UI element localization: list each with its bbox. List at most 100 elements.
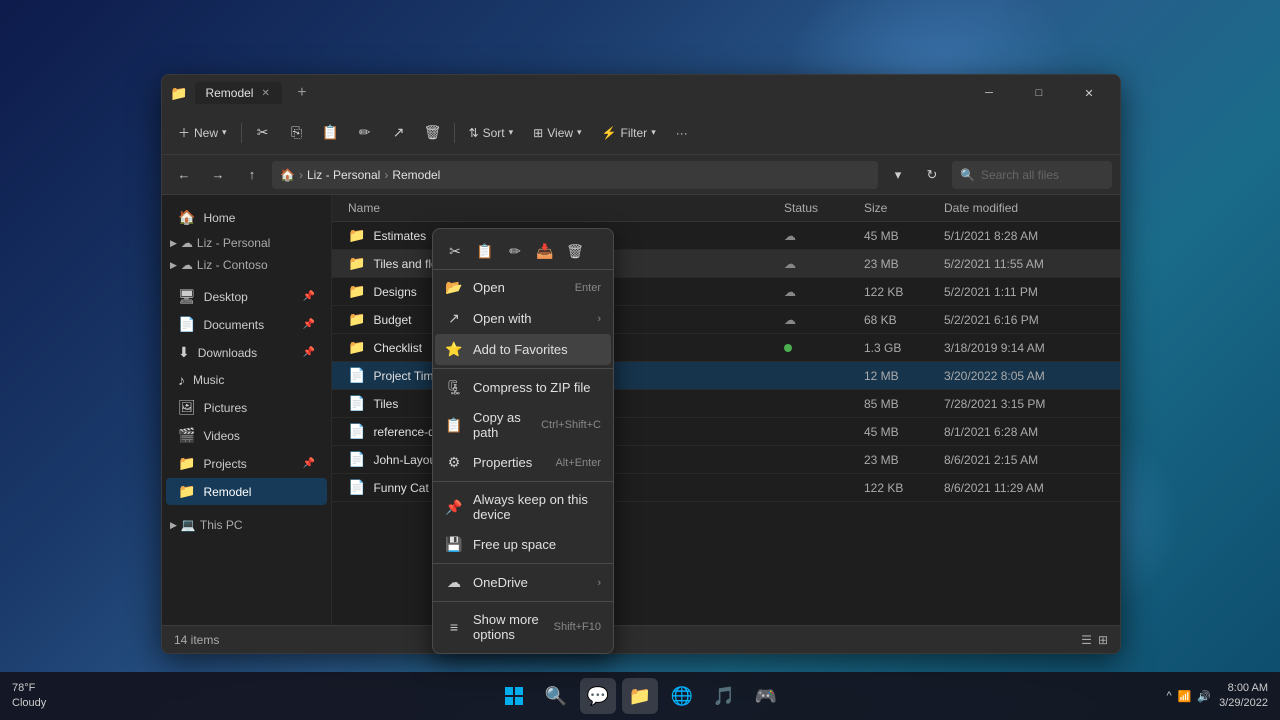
maximize-button[interactable]: □ <box>1016 75 1062 111</box>
file-status-cell: ☁ <box>784 312 864 327</box>
taskbar-explorer-button[interactable]: 📁 <box>622 678 658 714</box>
tray-chevron-icon[interactable]: ^ <box>1166 690 1171 702</box>
sidebar-expand-liz-personal[interactable]: ▶ ☁ Liz - Personal <box>162 232 331 254</box>
context-menu-item[interactable]: ☁ OneDrive › <box>433 567 613 598</box>
cut-button[interactable]: ✂ <box>248 118 278 148</box>
file-icon: 📄 <box>348 395 365 412</box>
forward-button[interactable]: → <box>204 161 232 189</box>
context-menu-item[interactable]: ⚙ Properties Alt+Enter <box>433 447 613 478</box>
breadcrumb-liz[interactable]: Liz - Personal <box>307 168 380 182</box>
more-button[interactable]: ··· <box>668 122 696 144</box>
grid-view-icon[interactable]: ⊞ <box>1098 633 1108 647</box>
breadcrumb[interactable]: 🏠 › Liz - Personal › Remodel <box>272 161 878 189</box>
file-size-cell: 45 MB <box>864 229 944 243</box>
filter-button[interactable]: ⚡ Filter ▾ <box>594 122 664 144</box>
toolbar: ＋ New ▾ ✂ ⎘ 📋 ✏ ↗ 🗑 ⇅ Sort ▾ ⊞ View ▾ <box>162 111 1120 155</box>
sidebar-label-this-pc: This PC <box>200 518 243 532</box>
sidebar-item-pictures[interactable]: 🖼 Pictures <box>166 394 327 421</box>
new-button[interactable]: ＋ New ▾ <box>170 120 235 145</box>
taskbar-browser-button[interactable]: 🌐 <box>664 678 700 714</box>
context-menu-item[interactable]: ⭐ Add to Favorites <box>435 334 611 365</box>
paste-button[interactable]: 📋 <box>316 118 346 148</box>
sidebar-item-projects[interactable]: 📁 Projects 📌 <box>166 450 327 477</box>
projects-icon: 📁 <box>178 455 195 472</box>
weather-condition: Cloudy <box>12 696 46 711</box>
file-date-cell: 3/20/2022 8:05 AM <box>944 369 1104 383</box>
sidebar-item-label-documents: Documents <box>203 318 264 332</box>
sidebar-item-home[interactable]: 🏠 Home <box>166 204 327 231</box>
cloud-status-icon: ☁ <box>784 285 796 299</box>
context-menu-item[interactable]: ≡ Show more options Shift+F10 <box>433 605 613 649</box>
share-button[interactable]: ↗ <box>384 118 414 148</box>
context-menu-item[interactable]: 📋 Copy as path Ctrl+Shift+C <box>433 403 613 447</box>
file-size-cell: 122 KB <box>864 285 944 299</box>
sort-button[interactable]: ⇅ Sort ▾ <box>461 122 522 144</box>
context-menu-separator <box>433 368 613 369</box>
file-size-cell: 12 MB <box>864 369 944 383</box>
pin-icon-projects: 📌 <box>303 458 315 469</box>
sidebar-item-music[interactable]: ♪ Music <box>166 367 327 393</box>
cm-rename-icon[interactable]: ✏ <box>501 237 529 265</box>
context-menu-item[interactable]: 📂 Open Enter <box>433 272 613 303</box>
context-menu-item[interactable]: ↗ Open with › <box>433 303 613 334</box>
videos-icon: 🎬 <box>178 427 195 444</box>
taskbar: 78°F Cloudy 🔍 💬 📁 🌐 🎵 🎮 ^ 📶 🔊 8:00 AM <box>0 672 1280 720</box>
file-name-label: Estimates <box>373 229 426 243</box>
cm-delete-icon[interactable]: 🗑 <box>561 237 589 265</box>
sidebar-item-label-pictures: Pictures <box>204 401 247 415</box>
cloud-status-icon: ☁ <box>784 257 796 271</box>
delete-button[interactable]: 🗑 <box>418 118 448 148</box>
taskbar-chat-button[interactable]: 💬 <box>580 678 616 714</box>
sidebar-item-documents[interactable]: 📄 Documents 📌 <box>166 311 327 338</box>
folder-icon: 📁 <box>348 255 365 272</box>
cm-copy-icon[interactable]: 📋 <box>471 237 499 265</box>
breadcrumb-remodel[interactable]: Remodel <box>392 168 440 182</box>
sidebar-item-downloads[interactable]: ⬇ Downloads 📌 <box>166 339 327 366</box>
sidebar-item-desktop[interactable]: 🖥 Desktop 📌 <box>166 283 327 310</box>
file-status-cell <box>784 340 864 355</box>
cm-cut-icon[interactable]: ✂ <box>441 237 469 265</box>
expand-icon-2: ▶ <box>170 260 177 271</box>
file-name-label: Designs <box>373 285 416 299</box>
search-box[interactable]: 🔍 Search all files <box>952 161 1112 189</box>
up-button[interactable]: ↑ <box>238 161 266 189</box>
expand-icon-pc: ▶ <box>170 520 177 531</box>
minimize-button[interactable]: ─ <box>966 75 1012 111</box>
taskbar-extra-button[interactable]: 🎮 <box>748 678 784 714</box>
clock[interactable]: 8:00 AM 3/29/2022 <box>1219 681 1268 712</box>
cm-share-icon[interactable]: 📥 <box>531 237 559 265</box>
close-button[interactable]: ✕ <box>1066 75 1112 111</box>
context-menu-item[interactable]: 🗜 Compress to ZIP file <box>433 372 613 403</box>
sidebar-item-videos[interactable]: 🎬 Videos <box>166 422 327 449</box>
sort-dropdown-icon: ▾ <box>509 127 514 138</box>
sidebar-item-remodel[interactable]: 📁 Remodel <box>166 478 327 505</box>
context-menu-separator <box>433 601 613 602</box>
context-menu-item[interactable]: 📌 Always keep on this device <box>433 485 613 529</box>
view-label: View <box>547 126 573 140</box>
taskbar-start-button[interactable] <box>496 678 532 714</box>
sidebar: 🏠 Home ▶ ☁ Liz - Personal ▶ ☁ Liz - Cont… <box>162 195 332 625</box>
rename-button[interactable]: ✏ <box>350 118 380 148</box>
breadcrumb-home-icon: 🏠 <box>280 168 295 182</box>
back-button[interactable]: ← <box>170 161 198 189</box>
taskbar-music-button[interactable]: 🎵 <box>706 678 742 714</box>
view-button[interactable]: ⊞ View ▾ <box>525 122 589 144</box>
file-date-cell: 3/18/2019 9:14 AM <box>944 341 1104 355</box>
title-bar: 📁 Remodel ✕ + ─ □ ✕ <box>162 75 1120 111</box>
more-label: ··· <box>676 126 688 140</box>
cm-item-icon: ↗ <box>445 310 463 327</box>
refresh-button[interactable]: ↻ <box>918 161 946 189</box>
sidebar-expand-liz-contoso[interactable]: ▶ ☁ Liz - Contoso <box>162 254 331 276</box>
pc-icon: 💻 <box>181 518 196 532</box>
tab-close-button[interactable]: ✕ <box>259 87 271 100</box>
dropdown-button[interactable]: ▾ <box>884 161 912 189</box>
sidebar-expand-this-pc[interactable]: ▶ 💻 This PC <box>162 514 331 536</box>
file-list-header: Name Status Size Date modified <box>332 195 1120 222</box>
new-tab-button[interactable]: + <box>290 81 314 105</box>
copy-button[interactable]: ⎘ <box>282 118 312 148</box>
list-view-icon[interactable]: ☰ <box>1081 633 1092 647</box>
context-menu-item[interactable]: 💾 Free up space <box>433 529 613 560</box>
window-tab[interactable]: Remodel ✕ <box>195 82 281 104</box>
taskbar-search-button[interactable]: 🔍 <box>538 678 574 714</box>
new-icon: ＋ <box>178 124 190 141</box>
